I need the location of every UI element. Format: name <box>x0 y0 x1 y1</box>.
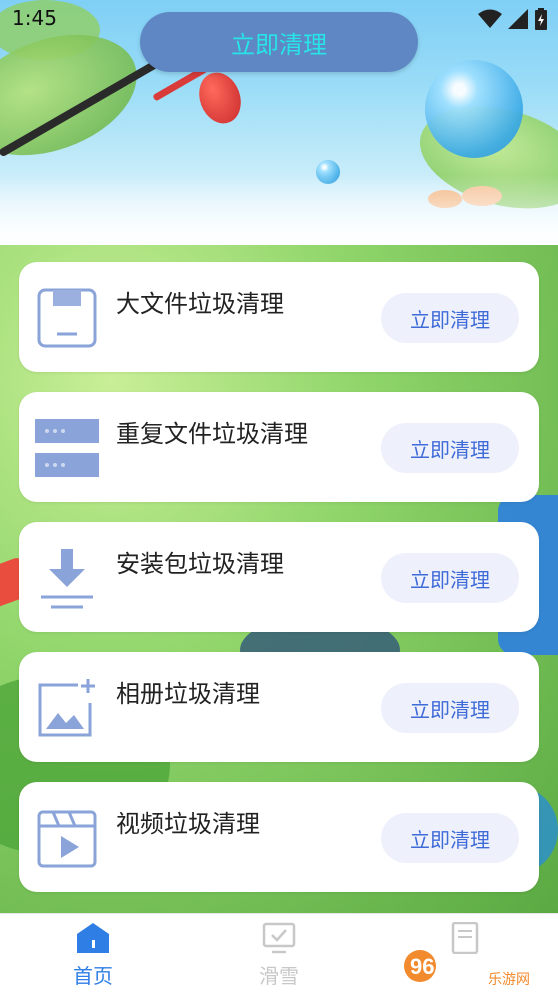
water-bubble <box>425 60 523 158</box>
card-title: 大文件垃圾清理 <box>116 290 284 318</box>
status-time: 1:45 <box>12 6 57 30</box>
card-large-file-clean: 大文件垃圾清理 立即清理 <box>19 262 539 372</box>
clean-now-button[interactable]: 立即清理 <box>381 813 519 863</box>
card-install-package-clean: 安装包垃圾清理 立即清理 <box>19 522 539 632</box>
add-photo-icon <box>35 676 99 740</box>
status-icons <box>478 8 548 30</box>
card-video-clean: 视频垃圾清理 立即清理 <box>19 782 539 892</box>
nav-item-home[interactable]: 首页 <box>43 922 143 989</box>
nav-label-ski: 滑雪 <box>259 964 299 988</box>
card-title: 视频垃圾清理 <box>116 810 260 838</box>
floppy-disk-icon <box>35 286 99 350</box>
clean-now-button[interactable]: 立即清理 <box>381 683 519 733</box>
clean-now-top-button[interactable]: 立即清理 <box>140 12 418 72</box>
home-icon <box>77 923 109 953</box>
clean-now-button[interactable]: 立即清理 <box>381 423 519 473</box>
watermark-sub: 乐游网 <box>488 972 530 988</box>
hero-fade <box>0 175 558 245</box>
card-title: 相册垃圾清理 <box>116 680 260 708</box>
wifi-icon <box>478 9 502 28</box>
card-duplicate-file-clean: 重复文件垃圾清理 立即清理 <box>19 392 539 502</box>
chat-check-icon <box>262 922 296 954</box>
battery-icon <box>535 8 547 30</box>
net-scoop <box>192 66 248 130</box>
signal-icon <box>508 9 528 29</box>
nav-item-ski[interactable]: 滑雪 <box>229 922 329 989</box>
clean-now-button[interactable]: 立即清理 <box>381 293 519 343</box>
server-racks-icon <box>35 416 99 480</box>
card-title: 重复文件垃圾清理 <box>116 420 308 448</box>
video-clapper-icon <box>35 806 99 870</box>
site-watermark: 962.NET 乐游网 <box>402 944 552 988</box>
download-icon <box>35 546 99 610</box>
nav-label-home: 首页 <box>73 964 113 988</box>
card-album-clean: 相册垃圾清理 立即清理 <box>19 652 539 762</box>
clean-now-button[interactable]: 立即清理 <box>381 553 519 603</box>
watermark-text: 962.NET <box>410 954 497 979</box>
card-title: 安装包垃圾清理 <box>116 550 284 578</box>
